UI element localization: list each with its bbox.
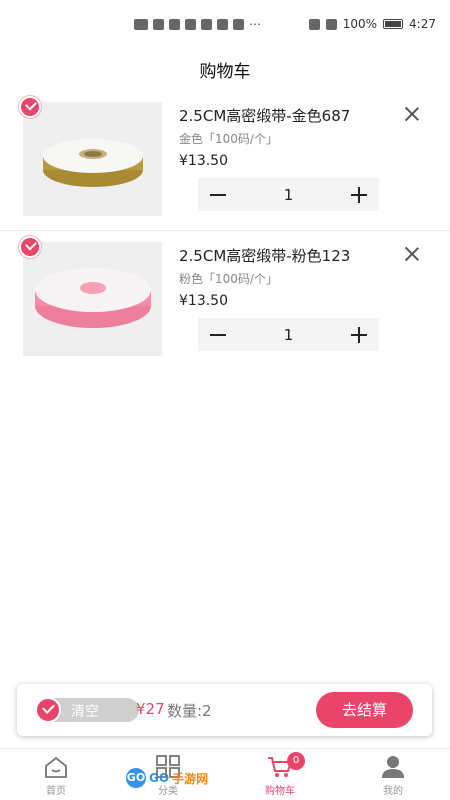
tab-profile[interactable]: 我的 [358,755,428,797]
tab-home[interactable]: 首页 [21,755,91,797]
minus-icon [210,194,226,196]
product-spec: 粉色「100码/个」 [179,272,278,286]
product-price: ¥13.50 [179,153,228,169]
item-select-checkbox[interactable] [19,96,41,118]
quantity-stepper: 1 [198,178,379,211]
quantity-value[interactable]: 1 [238,186,339,204]
plus-icon-vertical [358,187,360,203]
bluetooth-icon [325,18,337,30]
tab-label: 购物车 [265,786,295,797]
close-icon[interactable] [403,105,421,123]
item-select-checkbox[interactable] [19,236,41,258]
cart-badge: 0 [287,752,305,770]
app-notification-icon [185,19,196,30]
tab-label: 我的 [383,786,403,797]
mail-icon [233,19,244,30]
bottom-tab-bar: 首页 分类 0 购物车 我的 [0,748,450,800]
watermark-badge: GO [126,768,146,788]
product-spec: 金色「100码/个」 [179,132,278,146]
product-name[interactable]: 2.5CM高密缎带-金色687 [179,105,350,126]
tab-label: 首页 [46,786,66,797]
tab-cart[interactable]: 0 购物车 [245,752,315,797]
user-icon [382,756,404,778]
hd-icon [134,19,148,30]
signal-icon [153,19,164,30]
checkout-button[interactable]: 去结算 [316,692,413,728]
minus-icon [210,334,226,336]
clear-label: 清空 [71,704,99,720]
product-image[interactable] [23,242,162,356]
wifi-icon [169,19,180,30]
nfc-icon [308,18,320,30]
increase-button[interactable] [339,318,379,351]
item-count: 数量:2 [167,702,212,720]
watermark-text: GO [149,771,170,785]
product-price: ¥13.50 [179,293,228,309]
cloud-icon [217,19,228,30]
quantity-stepper: 1 [198,318,379,351]
item-divider [0,230,450,231]
app-notification-icon [201,19,212,30]
decrease-button[interactable] [198,318,238,351]
status-bar: ⋯ 100% 4:27 [0,0,450,48]
watermark-text: 手游网 [172,771,209,786]
quantity-value[interactable]: 1 [238,326,339,344]
battery-icon [383,19,404,29]
status-icons-left: ⋯ [134,17,261,31]
decrease-button[interactable] [198,178,238,211]
close-icon[interactable] [403,245,421,263]
more-notifications-icon: ⋯ [249,17,261,31]
total-price: ¥27 [136,700,165,718]
clock: 4:27 [409,17,436,31]
select-all-clear-toggle[interactable]: 清空 [35,697,139,723]
product-name[interactable]: 2.5CM高密缎带-粉色123 [179,245,350,266]
cart-item: 2.5CM高密缎带-粉色123 粉色「100码/个」 ¥13.50 1 [0,236,450,380]
increase-button[interactable] [339,178,379,211]
home-icon [45,756,67,778]
check-icon [35,697,61,723]
product-image[interactable] [23,102,162,216]
plus-icon-vertical [358,327,360,343]
battery-percent: 100% [342,17,378,31]
ribbon-spool-image [42,139,143,187]
status-icons-right: 100% 4:27 [308,17,436,31]
page-title: 购物车 [199,62,251,82]
watermark-logo: GO GO 手游网 [126,768,208,788]
ribbon-spool-image [34,268,151,328]
checkout-bar: 清空 ¥27 数量:2 去结算 [17,684,432,736]
cart-item: 2.5CM高密缎带-金色687 金色「100码/个」 ¥13.50 1 [0,96,450,240]
